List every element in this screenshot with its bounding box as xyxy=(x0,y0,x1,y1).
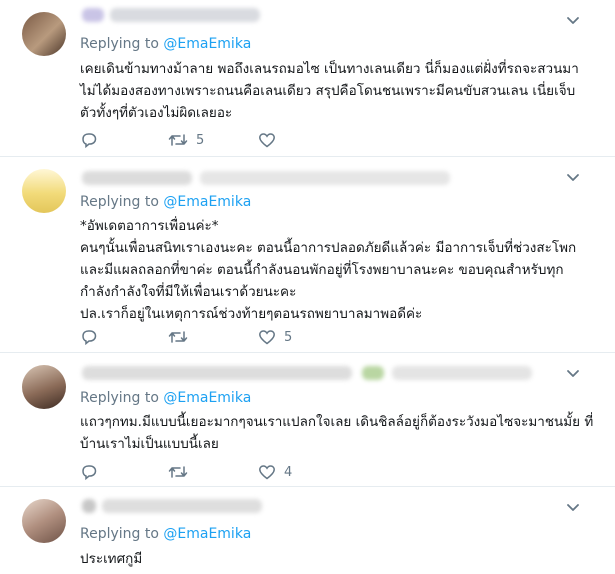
replying-to-label: Replying to xyxy=(80,194,159,210)
replying-to-label: Replying to xyxy=(80,526,159,542)
replying-to-label: Replying to xyxy=(80,36,159,52)
tweet-actions: 5 xyxy=(80,327,346,347)
replying-to: Replying to @EmaEmika xyxy=(80,390,251,406)
reply-tweet[interactable]: Replying to @EmaEmika *อัพเดตอาการเพื่อน… xyxy=(0,157,615,353)
blurred-username xyxy=(200,171,450,185)
tweet-actions: 4 xyxy=(80,462,346,482)
reply-icon xyxy=(82,330,97,346)
like-button[interactable] xyxy=(258,131,292,149)
reply-button[interactable] xyxy=(80,131,114,149)
reply-tweet[interactable]: Replying to @EmaEmika ประเทศกูมี xyxy=(0,487,615,574)
heart-icon xyxy=(259,133,276,148)
replies-feed: Replying to @EmaEmika เคยเดินข้ามทางม้าล… xyxy=(0,0,615,574)
retweet-button[interactable]: 5 xyxy=(168,131,204,149)
chevron-down-icon[interactable] xyxy=(565,12,581,28)
retweet-count: 5 xyxy=(196,132,205,148)
chevron-down-icon[interactable] xyxy=(565,499,581,515)
replying-to-handle[interactable]: @EmaEmika xyxy=(163,194,251,210)
like-count: 5 xyxy=(284,329,293,345)
blurred-display-name xyxy=(82,366,352,380)
replying-to-label: Replying to xyxy=(80,390,159,406)
reply-tweet[interactable]: Replying to @EmaEmika แถวๆกทม.มีแบบนี้เย… xyxy=(0,353,615,487)
like-button[interactable]: 5 xyxy=(258,328,292,346)
retweet-icon xyxy=(168,466,188,478)
like-button[interactable]: 4 xyxy=(258,463,292,481)
avatar[interactable] xyxy=(22,365,66,409)
avatar[interactable] xyxy=(22,169,66,213)
avatar[interactable] xyxy=(22,12,66,56)
avatar[interactable] xyxy=(22,499,66,543)
blurred-username xyxy=(392,366,532,380)
retweet-button[interactable] xyxy=(168,463,204,481)
like-count: 4 xyxy=(284,464,293,480)
reply-icon xyxy=(82,465,97,481)
blurred-username xyxy=(110,8,260,22)
replying-to: Replying to @EmaEmika xyxy=(80,36,251,52)
tweet-text: *อัพเดตอาการเพื่อนค่ะ* คนๆนั้นเพื่อนสนิท… xyxy=(80,218,577,322)
replying-to: Replying to @EmaEmika xyxy=(80,194,251,210)
replying-to-handle[interactable]: @EmaEmika xyxy=(163,526,251,542)
tweet-text: ประเทศกูมี xyxy=(80,551,143,567)
retweet-icon xyxy=(168,331,188,343)
tweet-text: แถวๆกทม.มีแบบนี้เยอะมากๆจนเราแปลกใจเลย เ… xyxy=(80,414,594,452)
blurred-username xyxy=(102,499,262,513)
replying-to: Replying to @EmaEmika xyxy=(80,526,251,542)
heart-icon xyxy=(259,330,275,345)
retweet-button[interactable] xyxy=(168,328,204,346)
reply-button[interactable] xyxy=(80,328,114,346)
reply-tweet[interactable]: Replying to @EmaEmika เคยเดินข้ามทางม้าล… xyxy=(0,0,615,157)
blurred-emoji xyxy=(362,366,384,380)
blurred-display-name xyxy=(82,8,104,22)
blurred-display-name xyxy=(82,499,96,513)
chevron-down-icon[interactable] xyxy=(565,169,581,185)
blurred-display-name xyxy=(82,171,192,185)
retweet-icon xyxy=(168,134,188,146)
reply-button[interactable] xyxy=(80,463,114,481)
replying-to-handle[interactable]: @EmaEmika xyxy=(163,36,251,52)
reply-icon xyxy=(82,133,97,149)
heart-icon xyxy=(259,465,275,480)
chevron-down-icon[interactable] xyxy=(565,365,581,381)
tweet-actions: 5 xyxy=(80,130,346,150)
replying-to-handle[interactable]: @EmaEmika xyxy=(163,390,251,406)
tweet-text: เคยเดินข้ามทางม้าลาย พอถึงเลนรถมอไซ เป็น… xyxy=(80,61,579,121)
